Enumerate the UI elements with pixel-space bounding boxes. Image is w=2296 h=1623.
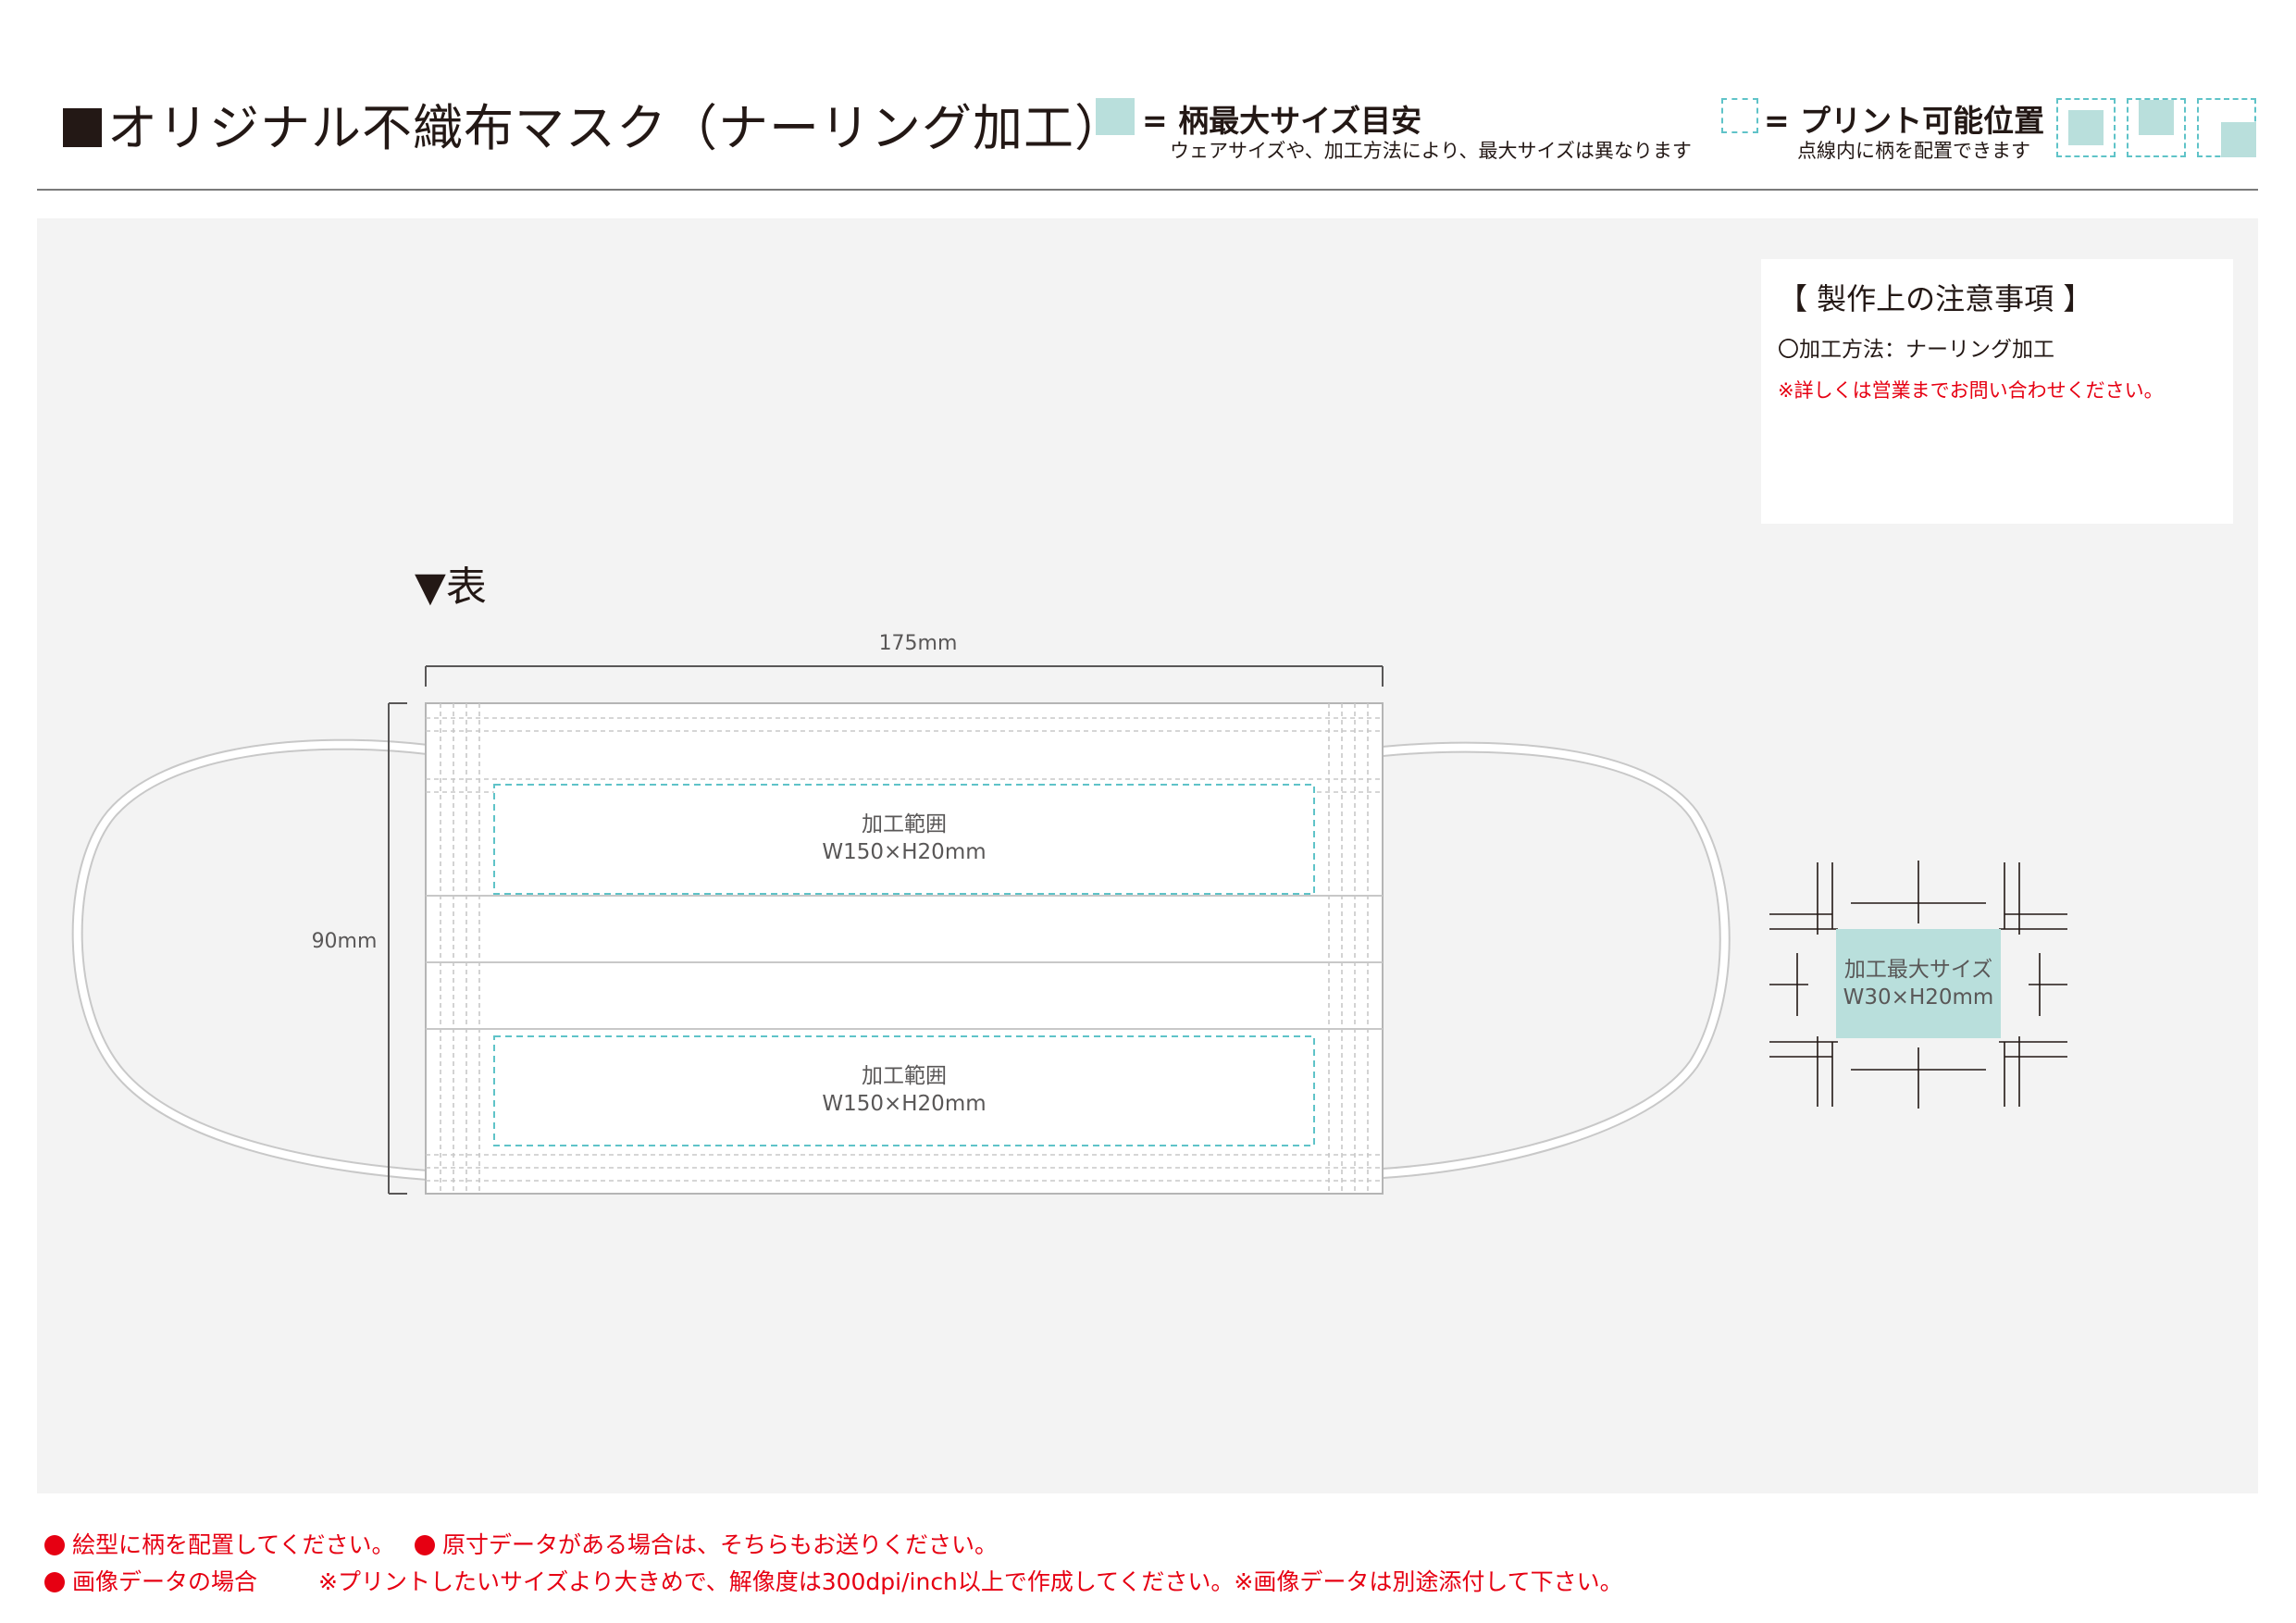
print-area-top-size: W150×H20mm xyxy=(822,840,986,864)
ear-loop-left-inner xyxy=(73,740,428,1179)
max-print-size-name: 加工最大サイズ xyxy=(1844,958,1992,982)
print-area-top xyxy=(493,784,1315,895)
ear-loop-left xyxy=(71,738,428,1181)
print-area-bottom-name: 加工範囲 xyxy=(862,1064,947,1088)
footer-note-4: ※プリントしたいサイズより大きめで、解像度は300dpi/inch以上で作成して… xyxy=(318,1568,1623,1595)
ear-loop-right-inner xyxy=(1382,743,1729,1177)
height-dimension-label: 90mm xyxy=(312,930,378,953)
bullet-icon xyxy=(44,1572,65,1592)
bullet-icon xyxy=(415,1535,435,1555)
mask-diagram: 加工範囲 W150×H20mm 加工範囲 W150×H20mm 175mm 90… xyxy=(71,632,2067,1195)
footer-note-2: 原寸データがある場合は、そちらもお送りください。 xyxy=(415,1527,998,1560)
width-dimension xyxy=(425,665,1384,687)
max-print-size-area xyxy=(1836,929,2001,1038)
height-dimension xyxy=(388,702,407,1195)
width-dimension-label: 175mm xyxy=(879,632,958,655)
print-area-bottom xyxy=(493,1035,1315,1146)
max-print-size-size: W30×H20mm xyxy=(1843,985,1994,1010)
ear-loop-right xyxy=(1382,741,1731,1179)
footer-note-3: 画像データの場合 xyxy=(44,1564,257,1597)
bullet-icon xyxy=(44,1535,65,1555)
footer-note-1: 絵型に柄を配置してください。 xyxy=(44,1527,395,1560)
print-area-bottom-size: W150×H20mm xyxy=(822,1092,986,1116)
print-area-top-name: 加工範囲 xyxy=(862,812,947,836)
